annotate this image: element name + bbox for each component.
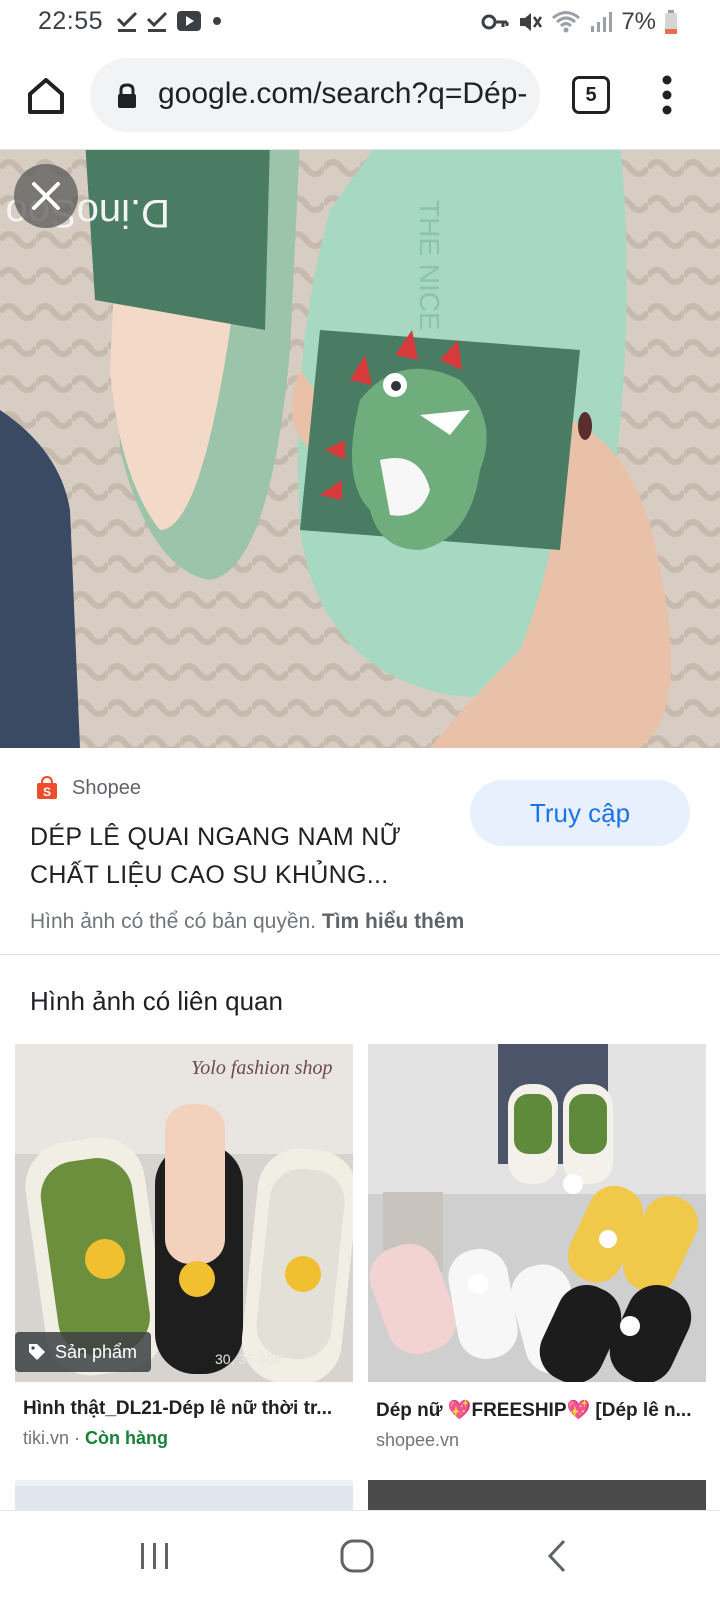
stock-status: Còn hàng: [85, 1428, 169, 1448]
size-text: 30, 36-40#: [215, 1351, 282, 1367]
related-image[interactable]: Yolo fashion shop 30, 36-40# Sản phẩm: [15, 1044, 353, 1382]
result-title-line1: DÉP LÊ QUAI NGANG NAM NỮ: [30, 823, 402, 851]
related-item-source: shopee.vn: [376, 1430, 706, 1451]
check-icon: [116, 11, 138, 32]
source-domain: tiki.vn: [23, 1428, 70, 1448]
source-row: S Shopee: [36, 776, 141, 800]
tag-icon: [29, 1344, 45, 1360]
wifi-icon: [552, 11, 581, 33]
more-vert-icon: [662, 75, 672, 115]
source-domain: shopee.vn: [376, 1430, 460, 1450]
home-button[interactable]: [22, 72, 70, 120]
svg-text:S: S: [43, 785, 51, 799]
watermark-text: Yolo fashion shop: [191, 1057, 333, 1079]
product-badge-label: Sản phẩm: [55, 1341, 138, 1362]
system-icons: 7%: [481, 8, 678, 36]
source-name: Shopee: [72, 776, 141, 799]
url-text: google.com/search?q=Dép-: [158, 77, 528, 110]
shopee-logo-icon: S: [37, 776, 57, 799]
status-bar: 22:55 7%: [0, 0, 720, 46]
related-image-partial[interactable]: [15, 1480, 353, 1510]
status-time: 22:55: [38, 7, 104, 35]
related-heading: Hình ảnh có liên quan: [30, 986, 283, 1016]
related-item-title: Hình thật_DL21-Dép lê nữ thời tr...: [23, 1398, 333, 1419]
battery-icon: [665, 10, 677, 34]
related-item-title: Dép nữ 💖FREESHIP💖 [Dép lê n...: [376, 1400, 692, 1421]
visit-button[interactable]: Truy cập: [470, 780, 690, 846]
divider: [0, 954, 720, 955]
product-badge: Sản phẩm: [15, 1332, 152, 1372]
back-button[interactable]: [528, 1533, 588, 1579]
copyright-notice: Hình ảnh có thể có bản quyền. Tìm hiểu t…: [30, 910, 464, 934]
preview-image[interactable]: D.inoSoo THE NICE: [0, 150, 720, 748]
related-item[interactable]: Yolo fashion shop 30, 36-40# Sản phẩm Hì…: [15, 1044, 353, 1449]
learn-more-link[interactable]: Tìm hiểu thêm: [322, 910, 464, 933]
battery-percent: 7%: [621, 8, 656, 35]
address-bar[interactable]: google.com/search?q=Dép-: [90, 58, 540, 132]
result-title-line2: CHẤT LIỆU CAO SU KHỦNG...: [30, 861, 389, 889]
mute-icon: [520, 13, 543, 31]
copyright-text: Hình ảnh có thể có bản quyền.: [30, 910, 317, 933]
recents-button[interactable]: [125, 1533, 185, 1579]
slipper-photo: D.inoSoo THE NICE: [0, 150, 720, 748]
related-image[interactable]: [368, 1044, 706, 1382]
close-button[interactable]: [14, 164, 78, 228]
signal-icon: [591, 12, 613, 32]
close-icon: [32, 182, 60, 210]
related-item-source: tiki.vn · Còn hàng: [23, 1428, 353, 1449]
recents-icon: [141, 1543, 168, 1569]
video-icon: [177, 11, 201, 31]
home-circle-icon: [340, 1539, 374, 1573]
tab-switcher-button[interactable]: 5: [572, 76, 610, 114]
browser-toolbar: google.com/search?q=Dép- 5: [0, 46, 720, 150]
slipper-thumbnail: [368, 1044, 706, 1382]
lock-icon: [118, 83, 136, 108]
key-icon: [481, 14, 509, 30]
related-image-partial[interactable]: [368, 1480, 706, 1510]
result-title[interactable]: DÉP LÊ QUAI NGANG NAM NỮ CHẤT LIỆU CAO S…: [30, 818, 450, 894]
dot-icon: [213, 17, 221, 25]
overflow-menu-button[interactable]: [652, 70, 682, 120]
related-item[interactable]: Dép nữ 💖FREESHIP💖 [Dép lê n... shopee.vn: [368, 1044, 706, 1451]
home-nav-button[interactable]: [327, 1533, 387, 1579]
system-nav-bar: [0, 1510, 720, 1600]
check-icon: [146, 11, 168, 32]
home-icon: [28, 78, 64, 114]
separator: ·: [69, 1428, 86, 1448]
notification-icons: [116, 8, 224, 34]
hero-side-text: THE NICE: [414, 200, 445, 331]
back-icon: [547, 1539, 566, 1573]
